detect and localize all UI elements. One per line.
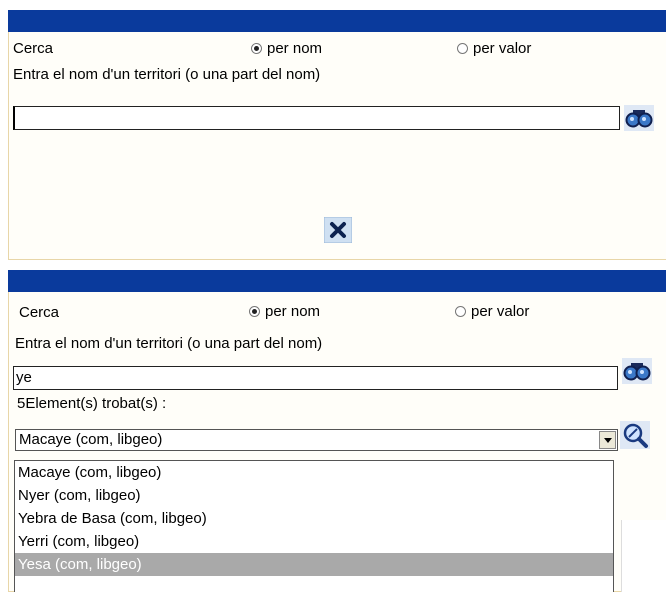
- list-item[interactable]: Nyer (com, libgeo): [15, 484, 613, 507]
- zoom-icon: [620, 421, 650, 449]
- binoculars-icon: [624, 105, 654, 131]
- results-dropdown-list[interactable]: Macaye (com, libgeo) Nyer (com, libgeo) …: [14, 460, 614, 592]
- search-button[interactable]: [621, 356, 653, 386]
- panel-body: Cerca per nom per valor Entra el nom d'u…: [8, 32, 666, 260]
- search-input[interactable]: ye: [13, 366, 618, 390]
- results-select[interactable]: Macaye (com, libgeo): [15, 429, 618, 451]
- search-prompt: Entra el nom d'un territori (o una part …: [15, 335, 323, 352]
- chevron-down-icon[interactable]: [599, 431, 616, 449]
- search-prompt: Entra el nom d'un territori (o una part …: [13, 66, 321, 83]
- search-label: Cerca: [13, 40, 54, 57]
- list-item[interactable]: Macaye (com, libgeo): [15, 461, 613, 484]
- search-input[interactable]: [13, 106, 620, 130]
- radio-per-valor-label[interactable]: per valor: [473, 40, 531, 58]
- radio-per-nom-label[interactable]: per nom: [267, 40, 322, 58]
- binoculars-icon: [622, 358, 652, 384]
- list-item[interactable]: Yebra de Basa (com, libgeo): [15, 507, 613, 530]
- search-label: Cerca: [19, 304, 60, 321]
- panel-titlebar[interactable]: [8, 270, 666, 292]
- radio-per-valor-label[interactable]: per valor: [471, 303, 529, 321]
- radio-per-nom[interactable]: [251, 43, 262, 54]
- radio-per-nom[interactable]: [249, 306, 260, 317]
- close-button[interactable]: [323, 216, 353, 244]
- panel-titlebar[interactable]: [8, 10, 666, 32]
- search-button[interactable]: [623, 103, 655, 133]
- search-panel-top: Cerca per nom per valor Entra el nom d'u…: [8, 10, 666, 260]
- results-select-value: Macaye (com, libgeo): [19, 431, 163, 448]
- radio-per-nom-label[interactable]: per nom: [265, 303, 320, 321]
- radio-per-valor[interactable]: [455, 306, 466, 317]
- list-item[interactable]: Yerri (com, libgeo): [15, 530, 613, 553]
- zoom-button[interactable]: [619, 420, 651, 450]
- background-panel-edge: [621, 520, 666, 592]
- close-icon: [324, 217, 352, 243]
- results-count: 5Element(s) trobat(s) :: [17, 395, 167, 412]
- radio-per-valor[interactable]: [457, 43, 468, 54]
- list-item-highlighted[interactable]: Yesa (com, libgeo): [15, 553, 613, 576]
